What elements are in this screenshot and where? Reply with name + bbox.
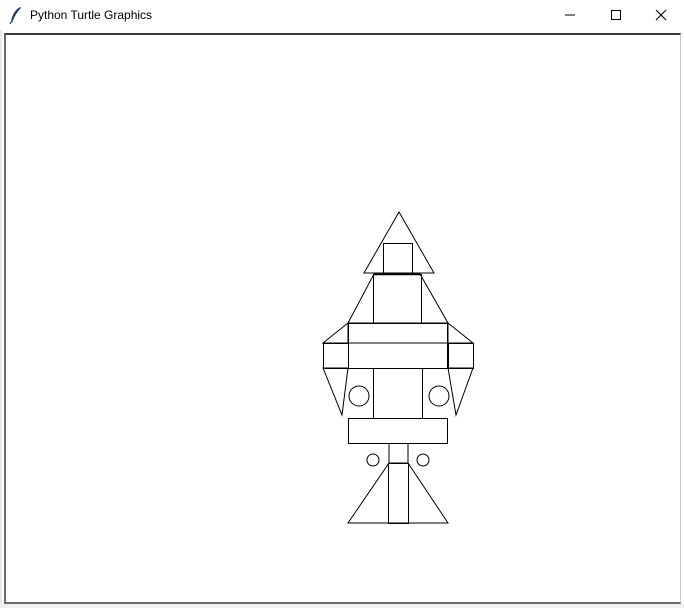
left-wing-box — [323, 343, 349, 369]
title-bar[interactable]: Python Turtle Graphics — [0, 0, 684, 30]
feather-icon — [9, 6, 23, 25]
left-thruster-dot — [366, 453, 380, 467]
base-plate — [348, 418, 448, 444]
left-porthole — [348, 385, 370, 407]
exhaust-column — [388, 463, 409, 524]
exhaust-triangle — [347, 462, 449, 524]
right-wing-box — [448, 343, 474, 369]
minimize-button[interactable] — [547, 0, 593, 30]
close-button[interactable] — [638, 0, 684, 30]
capsule-box — [383, 243, 413, 274]
right-thruster-dot — [416, 453, 430, 467]
maximize-button[interactable] — [593, 0, 639, 30]
window-title: Python Turtle Graphics — [30, 8, 153, 22]
right-wing-top — [447, 321, 475, 344]
rocket-drawing — [321, 210, 475, 524]
close-icon — [655, 9, 667, 21]
right-porthole — [428, 385, 450, 407]
left-wing-fin — [322, 367, 349, 417]
window-left-edge — [0, 30, 2, 608]
turtle-window: Python Turtle Graphics — [0, 0, 684, 608]
upper-body-box — [373, 274, 422, 324]
nose-cone-triangle — [363, 210, 435, 274]
wing-band — [348, 323, 448, 369]
right-wing-fin — [447, 367, 474, 417]
window-bottom-edge — [0, 604, 684, 608]
turtle-canvas[interactable] — [4, 33, 681, 604]
maximize-icon — [610, 9, 622, 21]
lower-body-box — [373, 368, 423, 419]
upper-body-triangle — [347, 273, 449, 324]
left-wing-top — [321, 321, 349, 344]
minimize-icon — [564, 9, 576, 21]
